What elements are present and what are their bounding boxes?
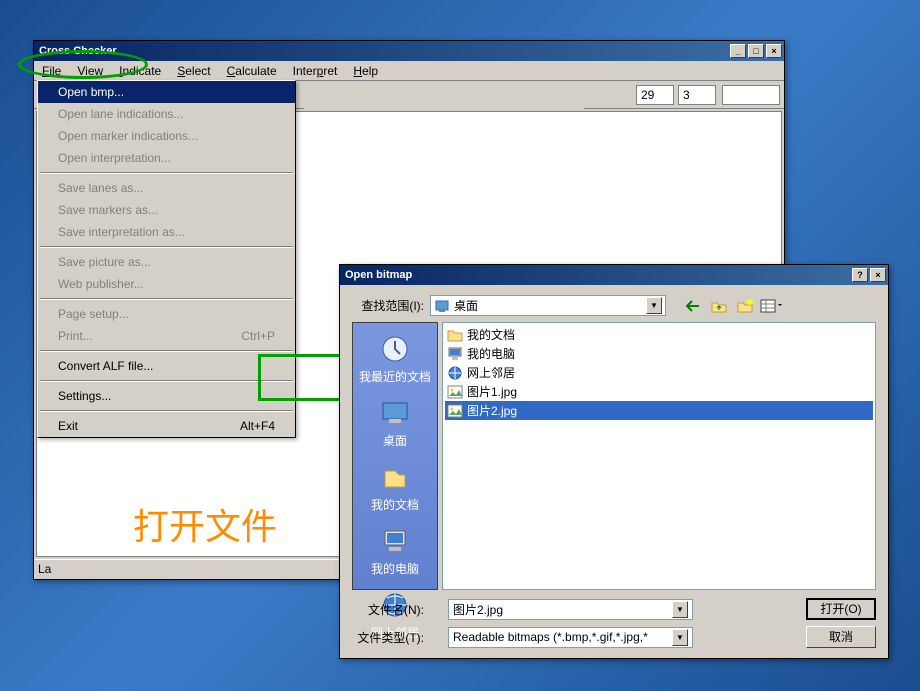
place-desktop[interactable]: 桌面 <box>353 393 437 457</box>
menu-save-lanes: Save lanes as... <box>38 177 295 199</box>
menu-calculate[interactable]: Calculate <box>223 62 281 80</box>
toolbar-field-1[interactable]: 29 <box>636 85 674 105</box>
place-recent[interactable]: 我最近的文档 <box>353 329 437 393</box>
filename-label: 文件名(N): <box>352 601 424 618</box>
up-folder-icon[interactable] <box>708 296 730 316</box>
documents-icon <box>379 461 411 493</box>
new-folder-icon[interactable] <box>734 296 756 316</box>
place-computer[interactable]: 我的电脑 <box>353 521 437 585</box>
dialog-help-button[interactable]: ? <box>852 268 868 282</box>
list-item[interactable]: 图片1.jpg <box>445 382 873 401</box>
chevron-down-icon[interactable]: ▼ <box>672 629 688 646</box>
folder-icon <box>447 327 463 343</box>
annotation-text: 打开文件 <box>133 498 277 550</box>
toolbar-field-3[interactable] <box>722 85 780 105</box>
computer-icon <box>379 525 411 557</box>
menu-exit[interactable]: ExitAlt+F4 <box>38 415 295 437</box>
image-icon <box>447 403 463 419</box>
dialog-title: Open bitmap <box>342 269 852 281</box>
back-icon[interactable] <box>682 296 704 316</box>
open-button[interactable]: 打开(O) <box>806 598 876 620</box>
menu-open-interp: Open interpretation... <box>38 147 295 169</box>
toolbar-field-2[interactable]: 3 <box>678 85 716 105</box>
chevron-down-icon[interactable]: ▼ <box>672 601 688 618</box>
dialog-close-button[interactable]: × <box>870 268 886 282</box>
image-icon <box>447 384 463 400</box>
desktop-icon <box>434 298 450 314</box>
chevron-down-icon[interactable]: ▼ <box>646 297 662 314</box>
menu-convert-alf[interactable]: Convert ALF file... <box>38 355 295 377</box>
toolbar-secondary <box>304 81 584 109</box>
open-dialog: Open bitmap ? × 查找范围(I): 桌面 ▼ 我最近的文档 <box>339 264 889 659</box>
menu-open-bmp[interactable]: Open bmp... <box>38 81 295 103</box>
places-bar: 我最近的文档 桌面 我的文档 我的电脑 网上邻居 <box>352 322 438 590</box>
maximize-button[interactable]: □ <box>748 44 764 58</box>
menu-settings[interactable]: Settings... <box>38 385 295 407</box>
menu-open-marker: Open marker indications... <box>38 125 295 147</box>
list-item[interactable]: 网上邻居 <box>445 363 873 382</box>
annotation-oval-menubar <box>18 50 148 79</box>
menu-help[interactable]: Help <box>349 62 382 80</box>
menu-save-interp: Save interpretation as... <box>38 221 295 243</box>
menu-save-markers: Save markers as... <box>38 199 295 221</box>
minimize-button[interactable]: _ <box>730 44 746 58</box>
list-item[interactable]: 我的文档 <box>445 325 873 344</box>
lookin-label: 查找范围(I): <box>352 297 424 314</box>
network-small-icon <box>447 365 463 381</box>
file-list[interactable]: 我的文档 我的电脑 网上邻居 图片1.jpg 图片2.jpg <box>442 322 876 590</box>
menu-select[interactable]: Select <box>173 62 214 80</box>
main-titlebar[interactable]: Cross Checker _ □ × <box>34 41 784 61</box>
views-icon[interactable] <box>760 296 782 316</box>
list-item[interactable]: 图片2.jpg <box>445 401 873 420</box>
status-text: La <box>38 562 51 576</box>
close-button[interactable]: × <box>766 44 782 58</box>
computer-small-icon <box>447 346 463 362</box>
filetype-combo[interactable]: Readable bitmaps (*.bmp,*.gif,*.jpg,* ▼ <box>448 627 693 648</box>
desktop-place-icon <box>379 397 411 429</box>
lookin-combo[interactable]: 桌面 ▼ <box>430 295 666 316</box>
place-documents[interactable]: 我的文档 <box>353 457 437 521</box>
menu-web-publisher: Web publisher... <box>38 273 295 295</box>
menu-print: Print...Ctrl+P <box>38 325 295 347</box>
filename-input[interactable]: 图片2.jpg ▼ <box>448 599 693 620</box>
list-item[interactable]: 我的电脑 <box>445 344 873 363</box>
menu-interpret[interactable]: Interpret <box>289 62 342 80</box>
lookin-value: 桌面 <box>454 297 478 314</box>
menu-page-setup: Page setup... <box>38 303 295 325</box>
menu-open-lane: Open lane indications... <box>38 103 295 125</box>
filetype-label: 文件类型(T): <box>352 629 424 646</box>
cancel-button[interactable]: 取消 <box>806 626 876 648</box>
dialog-titlebar[interactable]: Open bitmap ? × <box>340 265 888 285</box>
menu-save-picture: Save picture as... <box>38 251 295 273</box>
recent-icon <box>379 333 411 365</box>
main-title: Cross Checker <box>36 45 730 57</box>
